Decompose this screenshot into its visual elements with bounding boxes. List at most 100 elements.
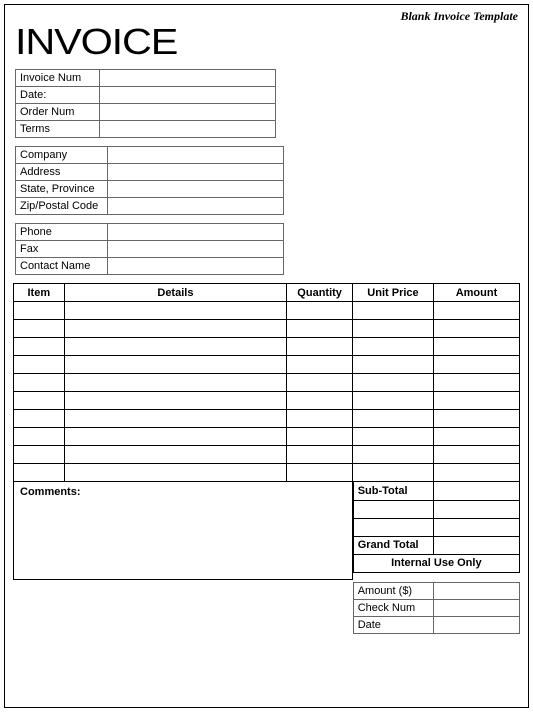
cell-details[interactable] bbox=[64, 320, 287, 338]
internal-date-label: Date bbox=[353, 617, 433, 634]
cell-unit_price[interactable] bbox=[353, 464, 434, 482]
cell-item[interactable] bbox=[14, 356, 65, 374]
cell-item[interactable] bbox=[14, 338, 65, 356]
cell-item[interactable] bbox=[14, 410, 65, 428]
bottom-area: Comments: Sub-Total Grand Total Internal… bbox=[13, 482, 520, 580]
col-header-unit-price: Unit Price bbox=[353, 284, 434, 302]
cell-item[interactable] bbox=[14, 428, 65, 446]
internal-use-table: Amount ($) Check Num Date bbox=[353, 582, 520, 634]
cell-amount[interactable] bbox=[433, 392, 519, 410]
table-row bbox=[14, 410, 520, 428]
order-num-value[interactable] bbox=[100, 104, 276, 121]
cell-unit_price[interactable] bbox=[353, 428, 434, 446]
invoice-num-value[interactable] bbox=[100, 70, 276, 87]
invoice-page: Blank Invoice Template INVOICE Invoice N… bbox=[4, 4, 529, 708]
address-value[interactable] bbox=[108, 164, 284, 181]
totals-spacer-b-val[interactable] bbox=[433, 518, 519, 536]
cell-quantity[interactable] bbox=[287, 392, 353, 410]
subtotal-label: Sub-Total bbox=[353, 482, 433, 500]
fax-value[interactable] bbox=[108, 241, 284, 258]
order-num-label: Order Num bbox=[16, 104, 100, 121]
table-row bbox=[14, 338, 520, 356]
items-table: Item Details Quantity Unit Price Amount bbox=[13, 283, 520, 482]
cell-unit_price[interactable] bbox=[353, 410, 434, 428]
invoice-num-label: Invoice Num bbox=[16, 70, 100, 87]
cell-details[interactable] bbox=[64, 464, 287, 482]
totals-spacer-b bbox=[353, 518, 433, 536]
cell-amount[interactable] bbox=[433, 356, 519, 374]
fax-label: Fax bbox=[16, 241, 108, 258]
cell-amount[interactable] bbox=[433, 320, 519, 338]
totals-column: Sub-Total Grand Total Internal Use Only bbox=[353, 482, 520, 580]
table-row bbox=[14, 428, 520, 446]
date-value[interactable] bbox=[100, 87, 276, 104]
cell-details[interactable] bbox=[64, 338, 287, 356]
grandtotal-value[interactable] bbox=[433, 536, 519, 554]
cell-amount[interactable] bbox=[433, 302, 519, 320]
cell-amount[interactable] bbox=[433, 446, 519, 464]
contact-info-block: Phone Fax Contact Name bbox=[15, 223, 284, 275]
grandtotal-label: Grand Total bbox=[353, 536, 433, 554]
cell-amount[interactable] bbox=[433, 410, 519, 428]
subtotal-value[interactable] bbox=[433, 482, 519, 500]
contact-name-label: Contact Name bbox=[16, 258, 108, 275]
table-row bbox=[14, 464, 520, 482]
cell-quantity[interactable] bbox=[287, 320, 353, 338]
internal-check-label: Check Num bbox=[353, 600, 433, 617]
cell-quantity[interactable] bbox=[287, 428, 353, 446]
date-label: Date: bbox=[16, 87, 100, 104]
comments-box[interactable]: Comments: bbox=[13, 482, 353, 580]
cell-item[interactable] bbox=[14, 302, 65, 320]
phone-value[interactable] bbox=[108, 224, 284, 241]
cell-quantity[interactable] bbox=[287, 464, 353, 482]
internal-check-value[interactable] bbox=[433, 600, 519, 617]
cell-details[interactable] bbox=[64, 356, 287, 374]
cell-quantity[interactable] bbox=[287, 446, 353, 464]
cell-amount[interactable] bbox=[433, 374, 519, 392]
cell-item[interactable] bbox=[14, 446, 65, 464]
cell-item[interactable] bbox=[14, 320, 65, 338]
internal-amount-label: Amount ($) bbox=[353, 583, 433, 600]
state-value[interactable] bbox=[108, 181, 284, 198]
cell-quantity[interactable] bbox=[287, 410, 353, 428]
cell-unit_price[interactable] bbox=[353, 338, 434, 356]
cell-unit_price[interactable] bbox=[353, 302, 434, 320]
cell-amount[interactable] bbox=[433, 464, 519, 482]
cell-details[interactable] bbox=[64, 428, 287, 446]
cell-details[interactable] bbox=[64, 446, 287, 464]
table-row bbox=[14, 392, 520, 410]
totals-table: Sub-Total Grand Total Internal Use Only bbox=[353, 482, 520, 573]
table-row bbox=[14, 356, 520, 374]
cell-quantity[interactable] bbox=[287, 302, 353, 320]
company-value[interactable] bbox=[108, 147, 284, 164]
cell-item[interactable] bbox=[14, 464, 65, 482]
cell-unit_price[interactable] bbox=[353, 320, 434, 338]
totals-spacer-a-val[interactable] bbox=[433, 500, 519, 518]
cell-amount[interactable] bbox=[433, 428, 519, 446]
totals-spacer-a bbox=[353, 500, 433, 518]
zip-value[interactable] bbox=[108, 198, 284, 215]
cell-details[interactable] bbox=[64, 302, 287, 320]
cell-unit_price[interactable] bbox=[353, 356, 434, 374]
terms-value[interactable] bbox=[100, 121, 276, 138]
cell-unit_price[interactable] bbox=[353, 446, 434, 464]
internal-amount-value[interactable] bbox=[433, 583, 519, 600]
cell-unit_price[interactable] bbox=[353, 374, 434, 392]
cell-unit_price[interactable] bbox=[353, 392, 434, 410]
internal-date-value[interactable] bbox=[433, 617, 519, 634]
cell-details[interactable] bbox=[64, 374, 287, 392]
col-header-quantity: Quantity bbox=[287, 284, 353, 302]
cell-item[interactable] bbox=[14, 392, 65, 410]
company-label: Company bbox=[16, 147, 108, 164]
cell-item[interactable] bbox=[14, 374, 65, 392]
cell-details[interactable] bbox=[64, 410, 287, 428]
table-row bbox=[14, 374, 520, 392]
contact-name-value[interactable] bbox=[108, 258, 284, 275]
table-row bbox=[14, 302, 520, 320]
comments-label: Comments: bbox=[20, 486, 81, 498]
cell-quantity[interactable] bbox=[287, 374, 353, 392]
cell-amount[interactable] bbox=[433, 338, 519, 356]
cell-details[interactable] bbox=[64, 392, 287, 410]
cell-quantity[interactable] bbox=[287, 338, 353, 356]
cell-quantity[interactable] bbox=[287, 356, 353, 374]
